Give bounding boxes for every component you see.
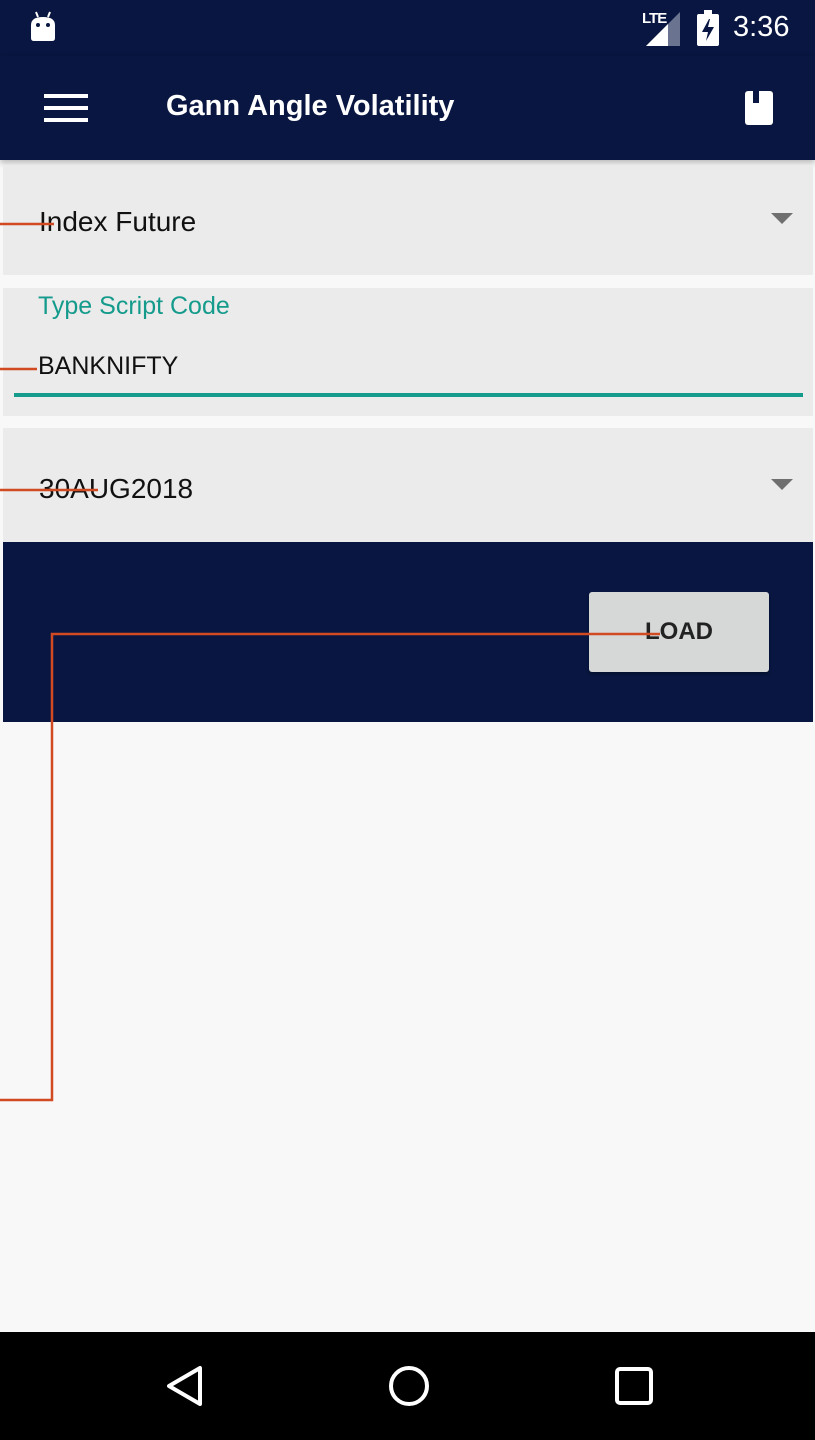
input-underline <box>14 393 803 397</box>
load-button[interactable]: LOAD <box>589 592 769 672</box>
status-bar: LTE 3:36 <box>0 0 815 56</box>
signal-icon <box>646 12 680 46</box>
script-code-label: Type Script Code <box>38 292 230 320</box>
script-code-input[interactable] <box>38 348 738 384</box>
instrument-type-value: Index Future <box>39 206 197 237</box>
system-nav-bar <box>0 1332 815 1440</box>
recents-icon[interactable] <box>608 1360 660 1412</box>
expiry-date-value: 30AUG2018 <box>39 473 194 504</box>
battery-charging-icon <box>697 10 719 46</box>
page-title: Gann Angle Volatility <box>166 90 455 122</box>
book-icon[interactable] <box>744 90 774 126</box>
dropdown-arrow-icon <box>771 479 793 490</box>
home-icon[interactable] <box>383 1360 435 1412</box>
expiry-date-dropdown[interactable]: 30AUG2018 <box>3 428 813 542</box>
action-panel: LOAD <box>3 542 813 722</box>
app-screen: LTE 3:36 Gann Angle Volatility Index Fut… <box>0 0 815 1440</box>
hamburger-menu-icon[interactable] <box>44 94 88 124</box>
clock-time: 3:36 <box>733 11 790 43</box>
back-icon[interactable] <box>160 1360 212 1412</box>
app-bar: Gann Angle Volatility <box>0 56 815 160</box>
dropdown-arrow-icon <box>771 213 793 224</box>
script-code-field: Type Script Code <box>3 288 813 416</box>
android-debug-icon <box>31 11 55 41</box>
instrument-type-dropdown[interactable]: Index Future <box>3 166 813 275</box>
